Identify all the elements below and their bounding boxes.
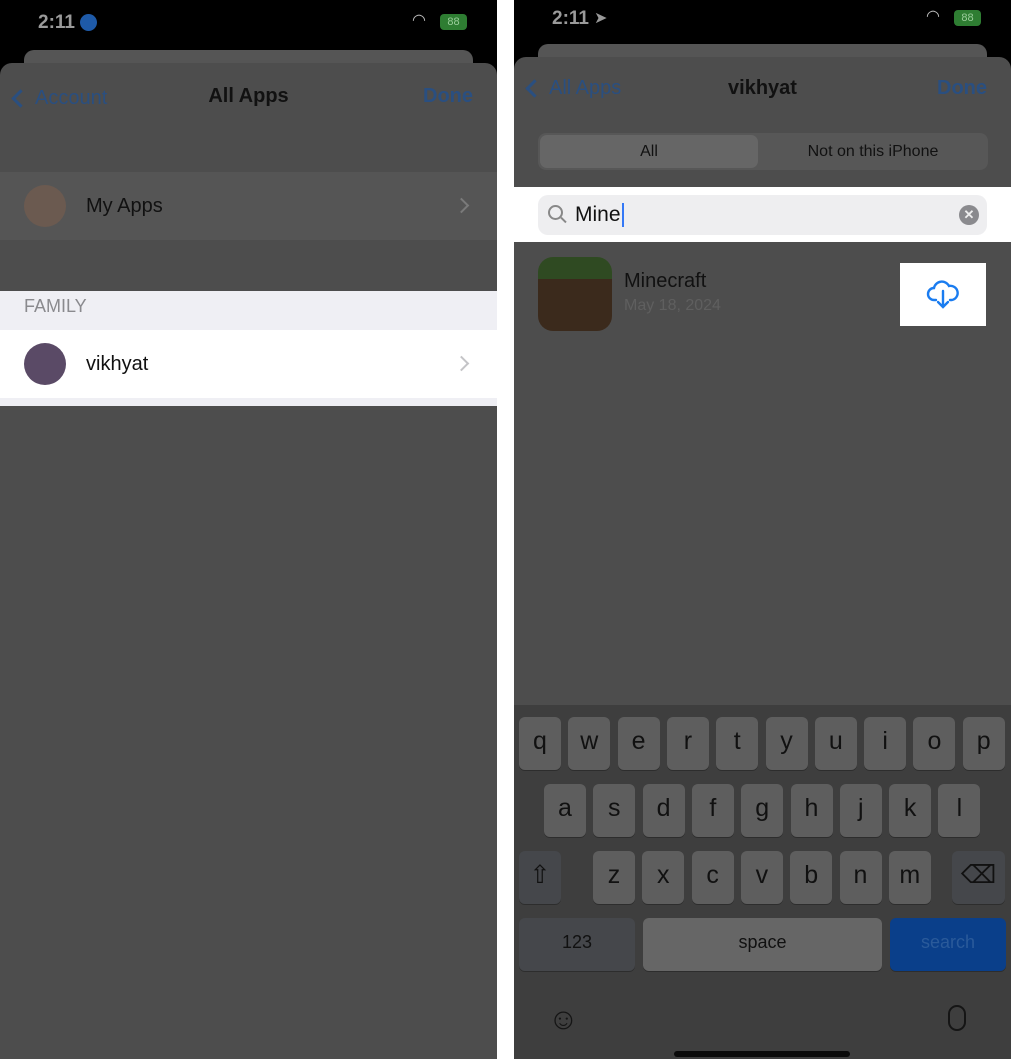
key-p[interactable]: p xyxy=(962,717,1005,770)
search-input[interactable]: Mine ✕ xyxy=(538,195,987,235)
key-w[interactable]: w xyxy=(568,717,611,770)
key-d[interactable]: d xyxy=(642,784,685,837)
key-r[interactable]: r xyxy=(666,717,709,770)
all-apps-sheet: Account All Apps Done My Apps FAMILY vik… xyxy=(0,63,497,1059)
family-section-header: FAMILY xyxy=(0,291,497,330)
battery-icon: 88 xyxy=(440,14,467,30)
left-screen: 2:11 ◠ 88 Account All Apps Done My Apps … xyxy=(0,0,497,1059)
key-q[interactable]: q xyxy=(519,717,561,770)
segment-all[interactable]: All xyxy=(540,135,758,168)
space-key[interactable]: space xyxy=(643,918,882,971)
key-e[interactable]: e xyxy=(617,717,660,770)
minecraft-app-icon xyxy=(538,257,612,331)
my-apps-label: My Apps xyxy=(86,195,163,217)
key-y[interactable]: y xyxy=(765,717,808,770)
search-icon-handle xyxy=(560,216,567,224)
wifi-icon: ◠ xyxy=(926,8,940,25)
key-s[interactable]: s xyxy=(593,784,636,837)
cloud-download-icon xyxy=(926,280,959,309)
emoji-icon[interactable]: ☺ xyxy=(548,1003,579,1037)
search-value: Mine xyxy=(575,203,624,227)
clear-icon[interactable]: ✕ xyxy=(959,205,979,225)
avatar xyxy=(24,185,66,227)
battery-icon: 88 xyxy=(954,10,981,26)
family-member-row[interactable]: vikhyat xyxy=(0,330,497,398)
key-l[interactable]: l xyxy=(938,784,981,837)
shift-key[interactable]: ⇧ xyxy=(519,851,561,904)
key-z[interactable]: z xyxy=(593,851,635,904)
chevron-right-icon xyxy=(453,197,470,214)
app-row: Minecraft May 18, 2024 xyxy=(514,253,1011,335)
key-u[interactable]: u xyxy=(814,717,857,770)
location-arrow-icon: ➤ xyxy=(594,10,608,27)
key-f[interactable]: f xyxy=(691,784,734,837)
section-label: FAMILY xyxy=(24,296,87,316)
wifi-icon: ◠ xyxy=(412,12,426,29)
numbers-key[interactable]: 123 xyxy=(519,918,635,971)
status-time: 2:11 xyxy=(552,8,589,29)
app-date: May 18, 2024 xyxy=(624,297,721,314)
chevron-right-icon xyxy=(453,355,470,372)
key-x[interactable]: x xyxy=(642,851,685,904)
search-key[interactable]: search xyxy=(890,918,1006,971)
my-apps-row[interactable]: My Apps xyxy=(0,172,497,240)
app-name: Minecraft xyxy=(624,270,707,292)
location-icon xyxy=(80,14,97,31)
key-a[interactable]: a xyxy=(544,784,586,837)
key-h[interactable]: h xyxy=(790,784,833,837)
right-screen: 2:11 ➤ ◠ 88 All Apps vikhyat Done All No… xyxy=(514,0,1011,1059)
segmented-control: All Not on this iPhone xyxy=(538,133,988,170)
microphone-icon[interactable] xyxy=(948,1005,966,1031)
segment-not-on-this-iphone[interactable]: Not on this iPhone xyxy=(760,135,986,168)
key-i[interactable]: i xyxy=(864,717,907,770)
search-bar: Mine ✕ xyxy=(514,187,1011,242)
avatar xyxy=(24,343,66,385)
delete-key[interactable]: ⌫ xyxy=(952,851,1005,904)
key-m[interactable]: m xyxy=(888,851,931,904)
key-n[interactable]: n xyxy=(839,851,882,904)
done-button[interactable]: Done xyxy=(423,85,473,108)
key-b[interactable]: b xyxy=(790,851,833,904)
done-button[interactable]: Done xyxy=(937,77,987,100)
key-g[interactable]: g xyxy=(741,784,784,837)
key-c[interactable]: c xyxy=(691,851,734,904)
home-indicator xyxy=(674,1051,850,1057)
key-t[interactable]: t xyxy=(716,717,759,770)
member-name: vikhyat xyxy=(86,353,149,375)
download-button[interactable] xyxy=(900,263,986,326)
status-time: 2:11 xyxy=(38,12,75,33)
key-k[interactable]: k xyxy=(889,784,932,837)
divider xyxy=(0,398,497,406)
keyboard: ⇧ ⌫ 123 space search ☺ qwertyuiop asdfghj… xyxy=(514,705,1011,1059)
key-j[interactable]: j xyxy=(839,784,882,837)
key-o[interactable]: o xyxy=(913,717,956,770)
key-v[interactable]: v xyxy=(740,851,783,904)
